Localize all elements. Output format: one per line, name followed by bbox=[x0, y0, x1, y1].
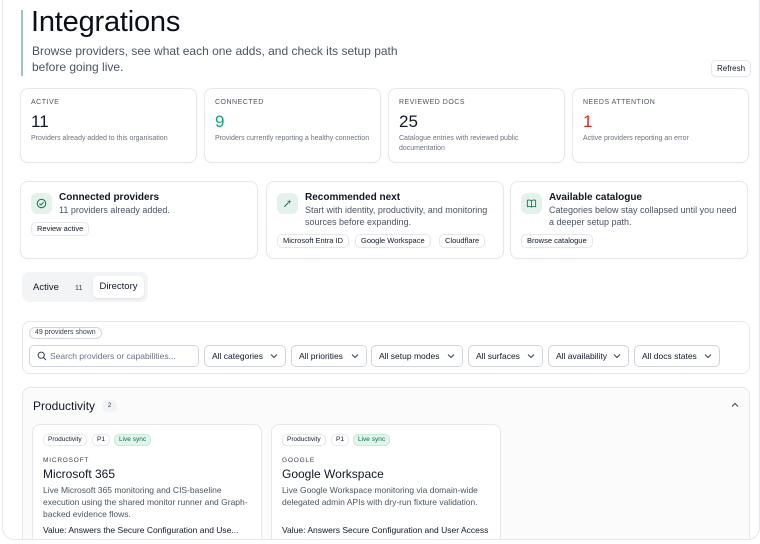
select-value: All categories bbox=[212, 351, 264, 361]
provider-value: Value: Answers the Secure Configuration … bbox=[43, 524, 258, 536]
stat-value: 9 bbox=[215, 112, 225, 131]
select-value: All surfaces bbox=[476, 351, 520, 361]
provider-card-microsoft-365[interactable]: Productivity P1 Live sync MICROSOFT Micr… bbox=[32, 424, 262, 539]
category-badge: Productivity bbox=[43, 434, 87, 446]
search-icon bbox=[37, 351, 47, 361]
card-title: Available catalogue bbox=[549, 192, 642, 203]
available-catalogue-card: Available catalogue Categories below sta… bbox=[510, 181, 748, 259]
card-desc-line: sources before expanding. bbox=[305, 217, 412, 227]
section-title: Productivity bbox=[33, 399, 96, 413]
provider-card-google-workspace[interactable]: Productivity P1 Live sync GOOGLE Google … bbox=[271, 424, 501, 539]
page-title: Integrations bbox=[31, 6, 181, 38]
recommended-chip-cloudflare[interactable]: Cloudflare bbox=[439, 234, 486, 248]
chevron-down-icon bbox=[351, 354, 359, 359]
card-title: Connected providers bbox=[59, 192, 160, 203]
connected-providers-card: Connected providers 11 providers already… bbox=[20, 181, 258, 259]
priority-badge: P1 bbox=[92, 434, 110, 446]
provider-value: Value: Answers Secure Configuration and … bbox=[282, 524, 497, 539]
search-box[interactable] bbox=[29, 345, 199, 367]
card-desc-line: Start with identity, productivity, and m… bbox=[305, 205, 488, 215]
tab-active-count: 11 bbox=[74, 282, 83, 292]
stat-card-reviewed-docs: REVIEWED DOCS 25 Catalogue entries with … bbox=[388, 88, 565, 163]
card-desc-line: Categories below stay collapsed until yo… bbox=[549, 205, 737, 215]
card-desc: Categories below stay collapsed until yo… bbox=[549, 204, 737, 228]
chevron-down-icon bbox=[613, 354, 621, 359]
refresh-button[interactable]: Refresh bbox=[711, 60, 752, 77]
select-availability[interactable]: All availability bbox=[548, 345, 629, 367]
stat-card-active: ACTIVE 11 Providers already added to thi… bbox=[20, 88, 197, 163]
search-input[interactable] bbox=[50, 348, 196, 364]
card-desc: 11 providers already added. bbox=[59, 205, 170, 215]
chevron-down-icon bbox=[447, 354, 455, 359]
value-text: Answers the Secure Configuration and Use… bbox=[68, 525, 239, 535]
provider-description: Live Microsoft 365 monitoring and CIS-ba… bbox=[43, 485, 248, 519]
provider-name: Google Workspace bbox=[282, 467, 384, 481]
select-priorities[interactable]: All priorities bbox=[291, 345, 367, 367]
tab-directory[interactable]: Directory bbox=[93, 276, 144, 298]
card-title: Recommended next bbox=[305, 192, 401, 203]
stat-label: REVIEWED DOCS bbox=[399, 99, 466, 106]
stat-desc: Active providers reporting an error bbox=[583, 135, 689, 142]
review-active-button[interactable]: Review active bbox=[31, 222, 90, 236]
select-value: All setup modes bbox=[379, 351, 440, 361]
book-icon bbox=[521, 193, 542, 214]
stat-card-connected: CONNECTED 9 Providers currently reportin… bbox=[204, 88, 381, 163]
provider-name: Microsoft 365 bbox=[43, 467, 116, 481]
priority-badge: P1 bbox=[331, 434, 349, 446]
category-section-productivity: Productivity 2 Productivity P1 Live sync… bbox=[22, 387, 750, 539]
value-label: Value: bbox=[282, 525, 306, 535]
card-desc: Start with identity, productivity, and m… bbox=[305, 204, 487, 228]
section-count-badge: 2 bbox=[102, 400, 117, 412]
sparkle-icon bbox=[277, 193, 298, 214]
provider-vendor: MICROSOFT bbox=[43, 457, 90, 464]
select-surfaces[interactable]: All surfaces bbox=[468, 345, 543, 367]
select-value: All priorities bbox=[299, 351, 343, 361]
header-accent-bar bbox=[21, 10, 23, 76]
select-value: All docs states bbox=[642, 351, 697, 361]
chevron-up-icon[interactable] bbox=[731, 402, 739, 408]
stat-label: ACTIVE bbox=[31, 99, 60, 106]
stat-label: NEEDS ATTENTION bbox=[583, 99, 656, 106]
live-sync-badge: Live sync bbox=[114, 434, 152, 446]
page-subtitle: Browse providers, see what each one adds… bbox=[32, 44, 398, 74]
recommended-chip-google-workspace[interactable]: Google Workspace bbox=[355, 234, 431, 248]
stat-value: 11 bbox=[31, 112, 49, 131]
stat-value: 1 bbox=[583, 112, 593, 131]
select-value: All availability bbox=[556, 351, 608, 361]
stat-desc: Providers currently reporting a healthy … bbox=[215, 135, 370, 142]
chevron-down-icon bbox=[704, 354, 712, 359]
chevron-down-icon bbox=[527, 354, 535, 359]
select-docs-states[interactable]: All docs states bbox=[634, 345, 720, 367]
stat-value: 25 bbox=[399, 112, 418, 131]
select-categories[interactable]: All categories bbox=[204, 345, 286, 367]
app-frame: Integrations Browse providers, see what … bbox=[2, 0, 760, 540]
chevron-down-icon bbox=[270, 354, 278, 359]
stat-card-needs-attention: NEEDS ATTENTION 1 Active providers repor… bbox=[572, 88, 749, 163]
stat-desc: Catalogue entries with reviewed public d… bbox=[399, 135, 519, 152]
value-text: Answers Secure Configuration and User Ac… bbox=[282, 525, 489, 539]
view-tabs: Active 11 Directory bbox=[22, 272, 148, 302]
category-badge: Productivity bbox=[282, 434, 326, 446]
tab-active[interactable]: Active 11 bbox=[26, 276, 90, 298]
provider-vendor: GOOGLE bbox=[282, 457, 315, 464]
browse-catalogue-button[interactable]: Browse catalogue bbox=[521, 234, 593, 248]
filter-panel: 49 providers shown All categories All pr… bbox=[22, 321, 750, 374]
stat-label: CONNECTED bbox=[215, 99, 264, 106]
value-label: Value: bbox=[43, 525, 67, 535]
check-circle-icon bbox=[31, 193, 52, 214]
select-setup-modes[interactable]: All setup modes bbox=[371, 345, 463, 367]
card-desc-line: a deeper setup path. bbox=[549, 217, 632, 227]
recommended-chip-entra[interactable]: Microsoft Entra ID bbox=[277, 234, 350, 248]
live-sync-badge: Live sync bbox=[353, 434, 391, 446]
stat-desc: Providers already added to this organisa… bbox=[31, 135, 168, 142]
providers-shown-badge: 49 providers shown bbox=[29, 327, 102, 339]
recommended-next-card: Recommended next Start with identity, pr… bbox=[266, 181, 504, 259]
tab-active-label: Active bbox=[33, 281, 59, 293]
provider-description: Live Google Workspace monitoring via dom… bbox=[282, 485, 478, 507]
